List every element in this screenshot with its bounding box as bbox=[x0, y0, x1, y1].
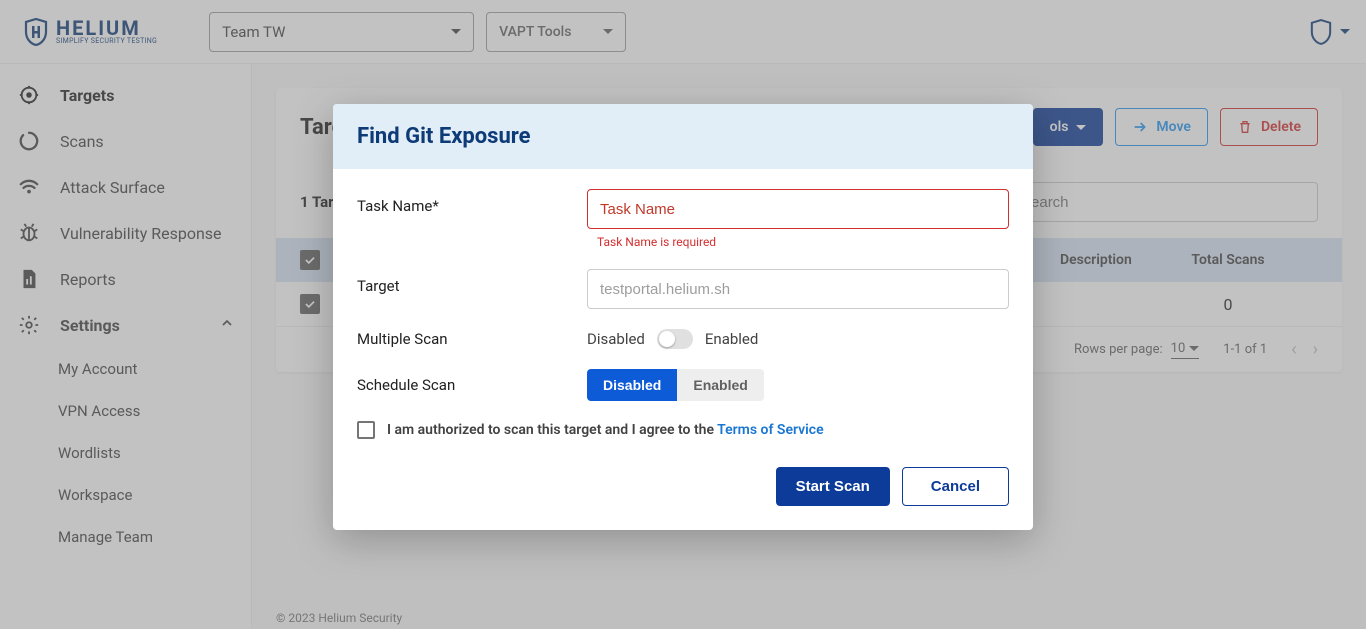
terms-link[interactable]: Terms of Service bbox=[717, 422, 823, 438]
cancel-button[interactable]: Cancel bbox=[902, 467, 1009, 506]
start-scan-button[interactable]: Start Scan bbox=[776, 467, 890, 506]
schedule-scan-segment: Disabled Enabled bbox=[587, 369, 764, 401]
toggle-disabled-text: Disabled bbox=[587, 330, 645, 348]
toggle-enabled-text: Enabled bbox=[705, 330, 758, 348]
consent-text: I am authorized to scan this target and … bbox=[387, 422, 824, 438]
multiple-scan-label: Multiple Scan bbox=[357, 330, 587, 348]
task-name-label: Task Name* bbox=[357, 189, 587, 215]
find-git-exposure-modal: Find Git Exposure Task Name* Task Name i… bbox=[333, 104, 1033, 530]
modal-title: Find Git Exposure bbox=[333, 104, 1033, 169]
target-input[interactable] bbox=[587, 269, 1009, 309]
multiple-scan-toggle[interactable] bbox=[657, 329, 693, 349]
schedule-enabled-button[interactable]: Enabled bbox=[677, 369, 763, 401]
task-name-error: Task Name is required bbox=[597, 235, 1009, 249]
target-label: Target bbox=[357, 269, 587, 295]
schedule-scan-label: Schedule Scan bbox=[357, 376, 587, 394]
consent-checkbox[interactable] bbox=[357, 421, 375, 439]
modal-overlay[interactable]: Find Git Exposure Task Name* Task Name i… bbox=[0, 0, 1366, 629]
schedule-disabled-button[interactable]: Disabled bbox=[587, 369, 677, 401]
task-name-input[interactable] bbox=[587, 189, 1009, 229]
